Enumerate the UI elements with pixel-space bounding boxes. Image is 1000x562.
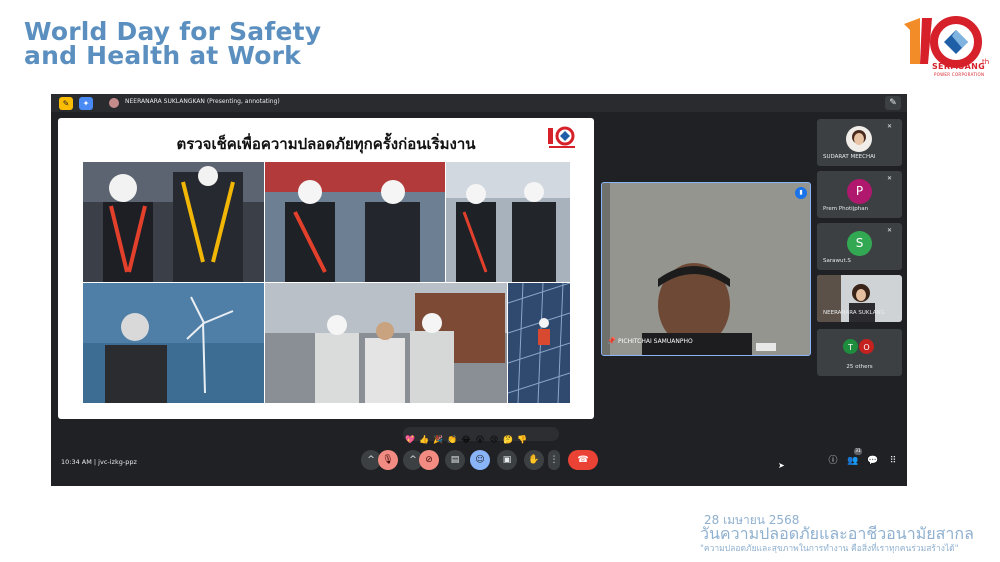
reaction-clap[interactable]: 👏 — [445, 433, 459, 447]
reaction-laugh[interactable]: 😂 — [459, 433, 473, 447]
more-options-icon: ⋮ — [549, 455, 559, 465]
raise-hand-icon: ✋ — [528, 455, 540, 465]
participant-name: NEERANARA SUKLANG — [823, 310, 885, 316]
raise-hand-button[interactable]: ✋ — [524, 450, 544, 470]
others-count: 25 others — [846, 364, 873, 370]
presenter-avatar — [109, 98, 119, 108]
participant-name: Sarawut.S — [823, 258, 851, 264]
presentation-slide: ตรวจเช็คเพื่อความปลอดภัยทุกครั้งก่อนเริ่… — [58, 118, 594, 419]
video-call-window: ✎ ✦ NEERANARA SUKLANGKAN (Presenting, an… — [51, 94, 907, 486]
reaction-sparkling-heart[interactable]: 💖 — [403, 433, 417, 447]
hang-up-icon: ☎ — [577, 455, 589, 465]
participant-tile[interactable]: NEERANARA SUKLANG — [817, 275, 902, 322]
people-icon[interactable]: 👥 — [846, 454, 860, 468]
reaction-thumbs-down[interactable]: 👎 — [515, 433, 529, 447]
reaction-party[interactable]: 🎉 — [431, 433, 445, 447]
camera-off-icon: ⊘ — [425, 455, 433, 465]
photo-wind-turbine-worker — [83, 283, 264, 403]
emoji-button[interactable]: ☺ — [470, 450, 490, 470]
more-options-button[interactable]: ⋮ — [548, 450, 560, 470]
mic-muted-icon: ✕ — [887, 227, 893, 234]
call-top-bar: ✎ ✦ NEERANARA SUKLANGKAN (Presenting, an… — [51, 94, 907, 112]
photo-pre-work-inspection — [446, 162, 570, 282]
present-button[interactable]: ▣ — [497, 450, 517, 470]
event-page: World Day for Safety and Health at Work … — [0, 0, 1000, 562]
brand-name: SERMSANG — [932, 62, 985, 71]
reaction-thumbs-up[interactable]: 👍 — [417, 433, 431, 447]
participant-count-badge: 31 — [854, 448, 862, 455]
activities-grid-icon[interactable]: ⠿ — [886, 454, 900, 468]
call-controls-bar: 10:34 AM | jvc-izkg-ppz ^ 🎙 ^ ⊘ ▤ ☺ ▣ ✋ … — [51, 448, 907, 478]
camera-toggle-button[interactable]: ⊘ — [419, 450, 439, 470]
participant-tile[interactable]: S ✕ Sarawut.S — [817, 223, 902, 270]
participant-tile[interactable]: P ✕ Prem Photijphan — [817, 171, 902, 218]
event-quote: "ความปลอดภัยและสุขภาพในการทำงาน คือสิ่งท… — [700, 544, 959, 554]
others-avatar: T — [842, 338, 859, 355]
chevron-up-icon: ^ — [409, 455, 417, 465]
emoji-icon: ☺ — [475, 455, 485, 465]
others-tile[interactable]: T O 25 others — [817, 329, 902, 376]
mic-muted-icon: ✕ — [887, 175, 893, 182]
present-icon: ▣ — [502, 455, 512, 465]
pin-icon[interactable]: 📌 — [607, 337, 616, 345]
photo-worker-harness — [83, 162, 264, 282]
headline-line-2: and Health at Work — [24, 41, 301, 70]
participant-tile[interactable]: ✕ SUDARAT MEECHAI — [817, 119, 902, 166]
reaction-surprised[interactable]: 😮 — [473, 433, 487, 447]
leave-call-button[interactable]: ☎ — [568, 450, 598, 470]
reaction-thinking[interactable]: 🤔 — [501, 433, 515, 447]
activities-icon[interactable]: ✦ — [79, 97, 93, 110]
event-headline: World Day for Safety and Health at Work — [24, 19, 321, 70]
slide-title: ตรวจเช็คเพื่อความปลอดภัยทุกครั้งก่อนเริ่… — [176, 135, 476, 153]
speaking-indicator-icon: ▮ — [795, 187, 807, 199]
speaker-video — [602, 183, 810, 355]
mic-toggle-button[interactable]: 🎙 — [378, 450, 398, 470]
participant-name: Prem Photijphan — [823, 206, 869, 212]
photo-solar-panel-worker — [508, 283, 570, 403]
participant-name: SUDARAT MEECHAI — [823, 154, 876, 160]
mic-off-icon: 🎙 — [382, 455, 394, 465]
info-icon[interactable]: ⓘ — [826, 454, 840, 468]
participant-avatar: P — [847, 179, 872, 204]
reaction-bar: 💖 👍 🎉 👏 😂 😮 😢 🤔 👎 — [403, 427, 559, 444]
brand-sub: POWER CORPORATION — [934, 72, 985, 77]
photo-safety-check-pair — [265, 162, 445, 282]
notes-icon[interactable]: ✎ — [59, 97, 73, 110]
meeting-time-code: 10:34 AM | jvc-izkg-ppz — [61, 458, 137, 466]
chevron-up-icon: ^ — [367, 455, 375, 465]
photo-team-at-plant — [265, 283, 507, 403]
chat-icon[interactable]: 💬 — [866, 454, 880, 468]
presenter-label: NEERANARA SUKLANGKAN (Presenting, annota… — [125, 98, 280, 105]
mouse-cursor-icon: ➤ — [778, 461, 785, 470]
captions-icon: ▤ — [450, 455, 460, 465]
active-speaker-tile[interactable]: ▮ 📌 PICHITCHAI SAMUANPHO — [601, 182, 811, 356]
participant-avatar: S — [847, 231, 872, 256]
reaction-sad[interactable]: 😢 — [487, 433, 501, 447]
captions-button[interactable]: ▤ — [445, 450, 465, 470]
mic-muted-icon: ✕ — [887, 123, 893, 130]
speaker-name: PICHITCHAI SAMUANPHO — [618, 338, 693, 345]
others-avatar: O — [858, 338, 875, 355]
annotate-pen-icon[interactable]: ✎ — [885, 96, 901, 110]
slide-logo — [548, 126, 575, 148]
